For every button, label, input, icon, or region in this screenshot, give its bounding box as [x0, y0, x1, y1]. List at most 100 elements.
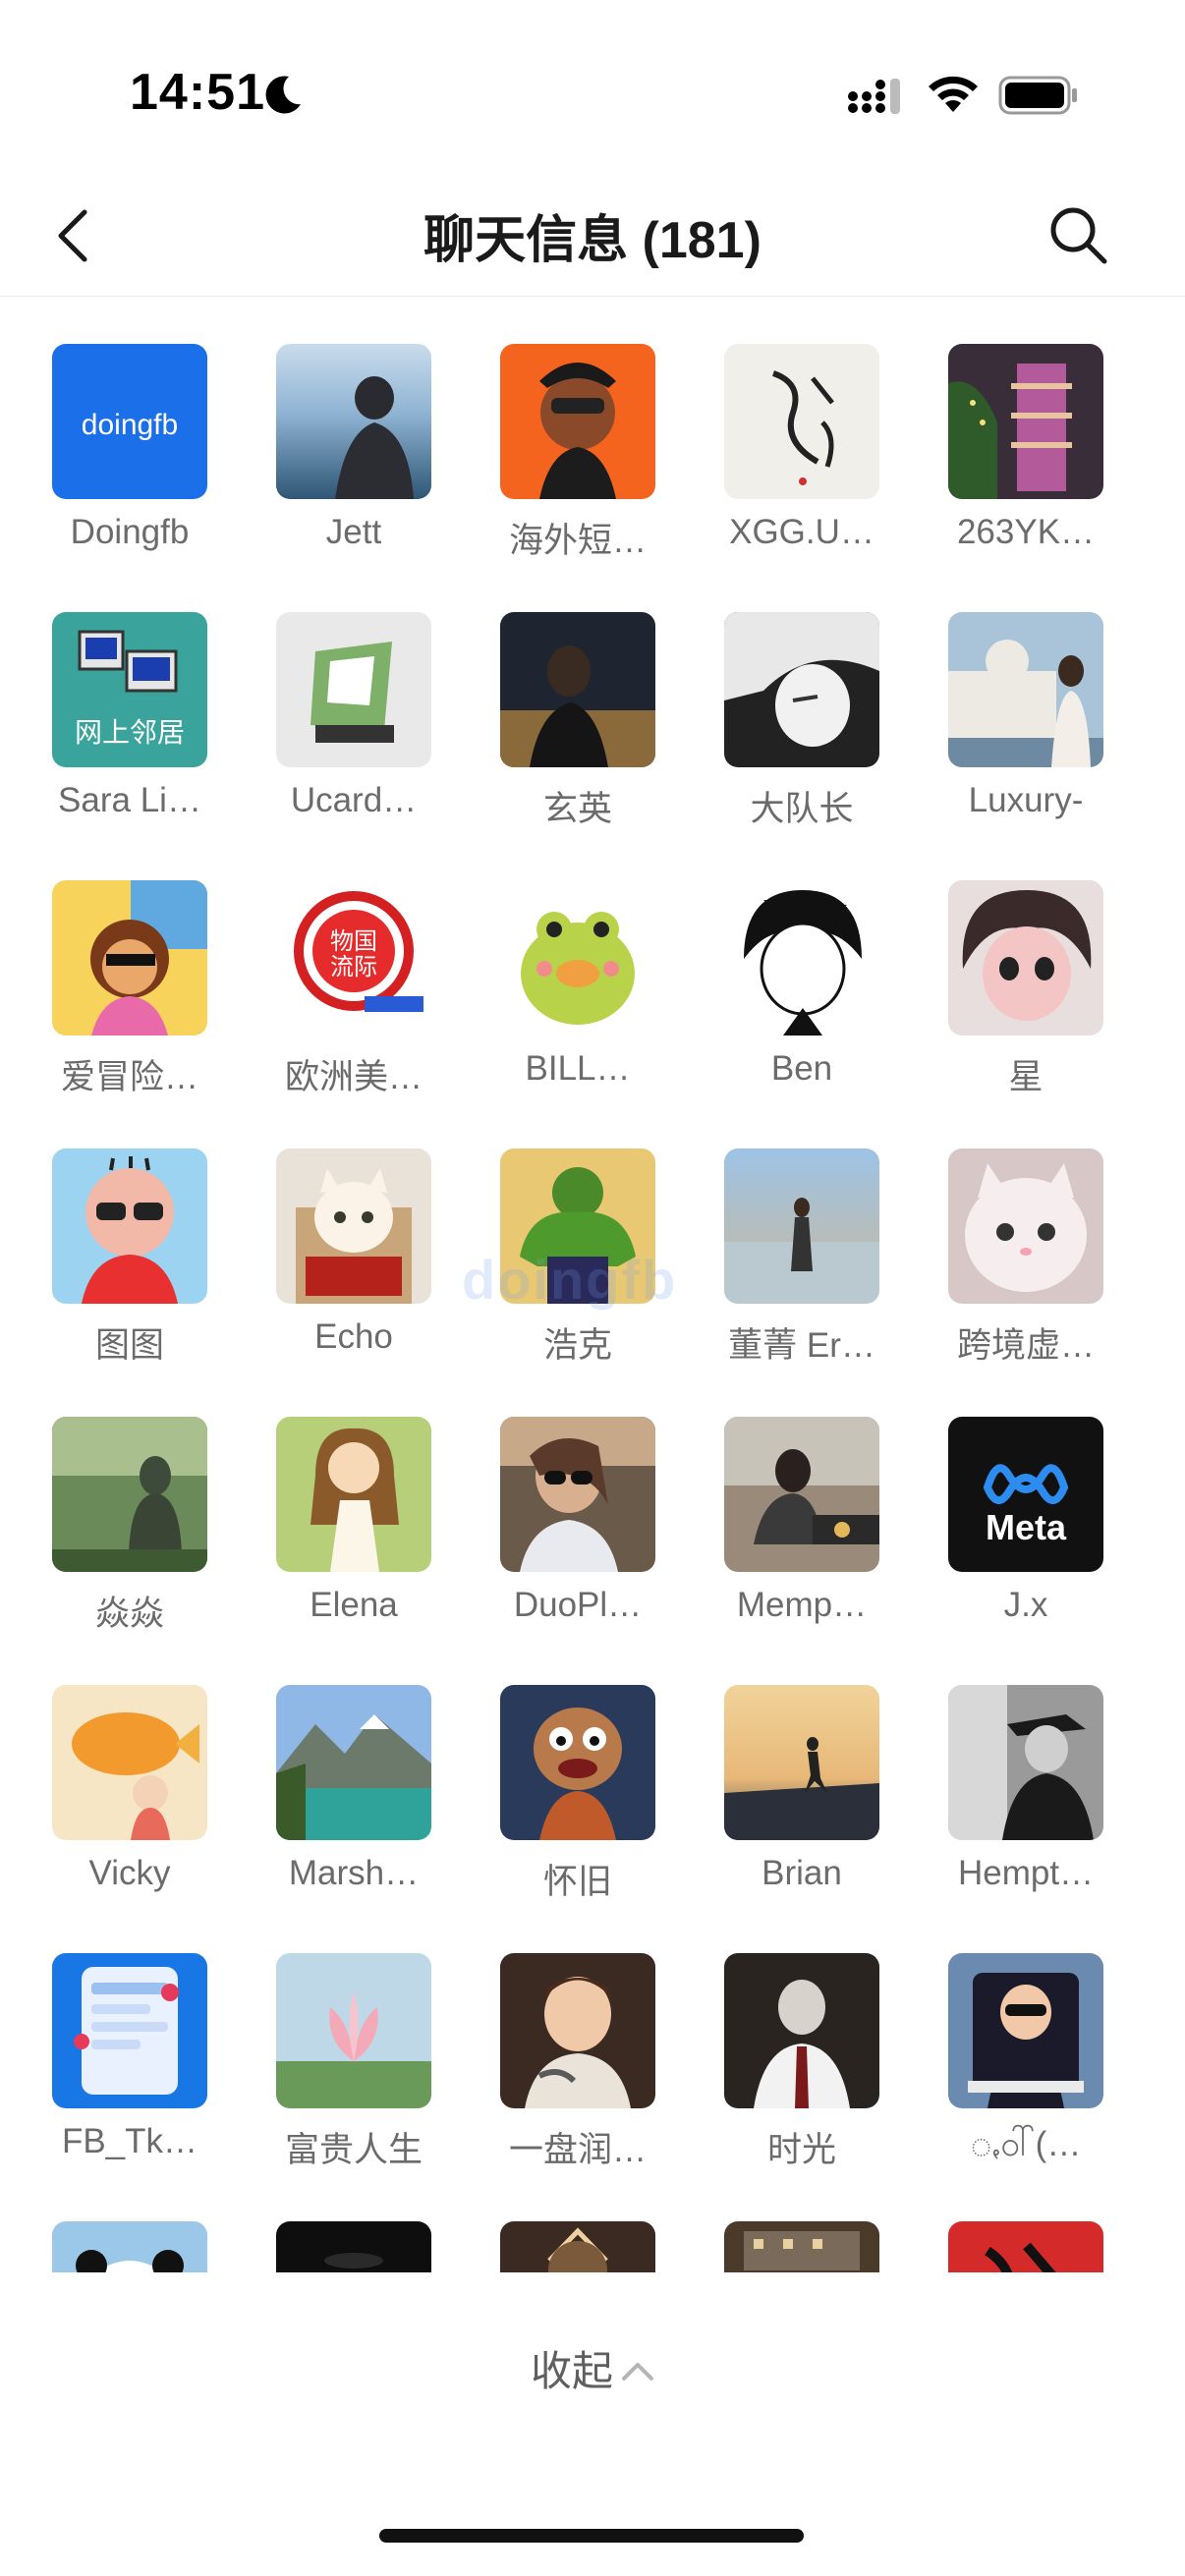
member-item[interactable]: XGG.U… [690, 344, 914, 589]
member-item[interactable]: Hempt… [914, 1685, 1138, 1931]
member-avatar[interactable] [276, 612, 431, 767]
member-avatar[interactable] [500, 1685, 655, 1840]
member-name: 263YK… [956, 513, 1096, 551]
anime-boy-pink-photo [948, 880, 1103, 1036]
member-avatar[interactable] [500, 344, 655, 499]
member-avatar[interactable] [724, 1685, 879, 1840]
member-item[interactable]: Ucard… [242, 612, 466, 858]
mountain-lake-photo [276, 1685, 431, 1840]
cartoon-boy-photo [52, 1148, 207, 1304]
member-item[interactable]: Ben [690, 880, 914, 1126]
member-item[interactable]: Brian [690, 1685, 914, 1931]
member-item[interactable]: Memp… [690, 1417, 914, 1662]
member-avatar[interactable] [724, 612, 879, 767]
member-item[interactable]: 大队长 [690, 612, 914, 858]
member-avatar[interactable] [52, 1148, 207, 1304]
member-item[interactable]: 263YK… [914, 344, 1138, 589]
member-item[interactable]: 星 [914, 880, 1138, 1126]
member-avatar[interactable] [724, 2221, 879, 2272]
member-avatar[interactable] [724, 1148, 879, 1304]
member-avatar[interactable] [724, 880, 879, 1036]
member-avatar[interactable] [276, 344, 431, 499]
member-item[interactable]: 跨境虚… [914, 1148, 1138, 1394]
member-name: 玄英 [542, 790, 612, 828]
member-item[interactable]: 玄英 [466, 612, 690, 858]
ucard-logo [276, 612, 431, 767]
member-name: Hempt… [957, 1854, 1095, 1892]
member-avatar[interactable] [276, 1417, 431, 1572]
cartoon-monster-photo [500, 1685, 655, 1840]
member-item[interactable]: FB_Tk… [18, 1953, 242, 2199]
member-avatar[interactable]: doingfb [52, 344, 207, 499]
member-avatar[interactable] [724, 344, 879, 499]
member-avatar[interactable] [500, 1417, 655, 1572]
member-item[interactable]: ꩻ၀ါ်(… [914, 1953, 1138, 2199]
member-avatar[interactable] [52, 1685, 207, 1840]
member-name: 图图 [94, 1326, 164, 1365]
member-avatar[interactable] [948, 1685, 1103, 1840]
member-avatar[interactable] [52, 1417, 207, 1572]
member-item[interactable]: Jett [242, 344, 466, 589]
member-avatar[interactable] [948, 612, 1103, 767]
building-photo [724, 2221, 879, 2272]
member-avatar[interactable] [948, 1953, 1103, 2108]
member-item[interactable]: 怀旧 [466, 1685, 690, 1931]
member-item[interactable]: Marsh… [242, 1685, 466, 1931]
member-item[interactable] [690, 2221, 914, 2272]
member-avatar[interactable] [52, 1953, 207, 2108]
member-avatar[interactable]: 网上邻居 [52, 612, 207, 767]
member-avatar[interactable] [948, 344, 1103, 499]
member-item[interactable]: 网上邻居 Sara Li… [18, 612, 242, 858]
member-item[interactable]: Elena [242, 1417, 466, 1662]
member-item[interactable]: Meta J.x [914, 1417, 1138, 1662]
member-item[interactable]: 海外短… [466, 344, 690, 589]
member-item[interactable]: 富贵人生 [242, 1953, 466, 2199]
member-avatar[interactable] [500, 1953, 655, 2108]
pagoda-night-photo [948, 344, 1103, 499]
member-item[interactable] [242, 2221, 466, 2272]
member-item[interactable]: 爱冒险… [18, 880, 242, 1126]
member-name: FB_Tk… [61, 2122, 198, 2160]
member-item[interactable]: DuoPl… [466, 1417, 690, 1662]
member-avatar[interactable] [276, 1685, 431, 1840]
member-item[interactable]: 图图 [18, 1148, 242, 1394]
member-avatar[interactable] [500, 2221, 655, 2272]
member-item[interactable] [466, 2221, 690, 2272]
member-item[interactable]: Echo [242, 1148, 466, 1394]
member-avatar[interactable] [52, 880, 207, 1036]
member-name: ꩻ၀ါ်(… [970, 2125, 1082, 2163]
member-item[interactable]: 焱焱 [18, 1417, 242, 1662]
manga-boy-photo [724, 880, 879, 1036]
member-avatar[interactable] [724, 1417, 879, 1572]
member-avatar[interactable] [500, 880, 655, 1036]
member-avatar[interactable] [276, 2221, 431, 2272]
member-name: 欧洲美… [284, 1058, 423, 1096]
member-avatar[interactable] [52, 2221, 207, 2272]
member-avatar[interactable] [500, 612, 655, 767]
member-avatar[interactable] [948, 880, 1103, 1036]
member-name: 怀旧 [542, 1863, 612, 1901]
cartoon-girl-dress-photo [276, 1417, 431, 1572]
member-item[interactable]: Vicky [18, 1685, 242, 1931]
member-avatar[interactable]: Meta [948, 1417, 1103, 1572]
collapse-button[interactable]: 收起 [0, 2338, 1185, 2398]
member-avatar[interactable] [276, 1148, 431, 1304]
member-avatar[interactable] [948, 2221, 1103, 2272]
member-item[interactable]: doingfb Doingfb [18, 344, 242, 589]
member-item[interactable] [18, 2221, 242, 2272]
page-title: 聊天信息 (181) [423, 212, 762, 269]
member-item[interactable] [914, 2221, 1138, 2272]
svg-text:doingfb: doingfb [82, 409, 178, 441]
member-avatar[interactable]: 物国 流际 [276, 880, 431, 1036]
member-avatar[interactable] [276, 1953, 431, 2108]
member-item[interactable]: BILL… [466, 880, 690, 1126]
member-avatar[interactable] [724, 1953, 879, 2108]
member-item[interactable]: 时光 [690, 1953, 914, 2199]
member-item[interactable]: Luxury- [914, 612, 1138, 858]
member-item[interactable]: 董菁 Er… [690, 1148, 914, 1394]
member-avatar[interactable] [948, 1148, 1103, 1304]
member-item[interactable]: 物国 流际欧洲美… [242, 880, 466, 1126]
member-item[interactable]: 一盘润… [466, 1953, 690, 2199]
search-icon[interactable] [1045, 202, 1110, 267]
red-calligraphy-photo [948, 2221, 1103, 2272]
